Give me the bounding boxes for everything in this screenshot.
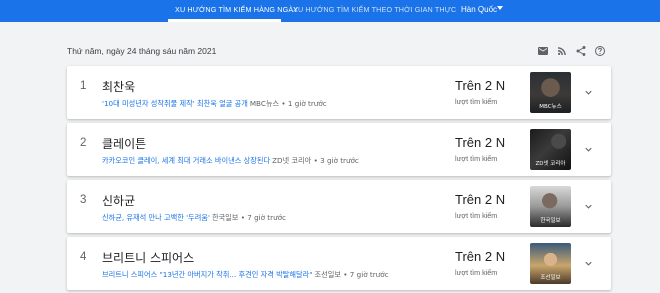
trend-article: 신하균, 유재석 만나 고백한 '두려움' 한국일보 • 7 giờ trước (102, 213, 286, 223)
article-link[interactable]: 브리트니 스피어스 "13년간 아버지가 착취... 후견인 자격 박탈해달라" (102, 270, 313, 279)
search-count: Trên 2 N (455, 249, 506, 264)
dropdown-caret-icon[interactable] (497, 6, 503, 10)
search-count-label: lượt tìm kiếm (455, 97, 498, 106)
search-count-label: lượt tìm kiếm (455, 268, 498, 277)
trend-card[interactable]: 2 클레이튼 카카오코인 클레이, 세계 최대 거래소 바이낸스 상장된다 ZD… (67, 123, 611, 176)
expand-chevron-icon[interactable] (583, 144, 594, 155)
share-icon[interactable] (575, 45, 587, 57)
trend-rank: 1 (80, 80, 87, 92)
trend-article: 카카오코인 클레이, 세계 최대 거래소 바이낸스 상장된다 ZD넷 코리아 •… (102, 156, 359, 166)
tab-realtime-trends[interactable]: XU HƯỚNG TÌM KIẾM THEO THỜI GIAN THỰC (293, 0, 456, 22)
trend-title[interactable]: 최찬욱 (102, 78, 135, 95)
trend-rank: 3 (80, 194, 87, 206)
help-icon[interactable] (594, 45, 606, 57)
article-link[interactable]: 신하균, 유재석 만나 고백한 '두려움' (102, 213, 210, 222)
expand-chevron-icon[interactable] (583, 258, 594, 269)
rss-icon[interactable] (556, 45, 568, 57)
trend-thumbnail[interactable]: ZD넷 코리아 (530, 129, 571, 170)
article-source-time: ZD넷 코리아 • 3 giờ trước (272, 156, 359, 165)
article-link[interactable]: 카카오코인 클레이, 세계 최대 거래소 바이낸스 상장된다 (102, 156, 270, 165)
article-link[interactable]: '10대 미성년자 성착취물 제작' 최찬욱 얼굴 공개 (102, 99, 248, 108)
trend-title[interactable]: 신하균 (102, 192, 135, 209)
trend-article: 브리트니 스피어스 "13년간 아버지가 착취... 후견인 자격 박탈해달라"… (102, 270, 389, 280)
article-source-time: MBC뉴스 • 1 giờ trước (249, 99, 327, 108)
trend-card[interactable]: 3 신하균 신하균, 유재석 만나 고백한 '두려움' 한국일보 • 7 giờ… (67, 180, 611, 233)
expand-chevron-icon[interactable] (583, 201, 594, 212)
article-source-time: 한국일보 • 7 giờ trước (211, 213, 286, 222)
search-count: Trên 2 N (455, 78, 506, 93)
thumbnail-source: 한국일보 (540, 218, 561, 224)
search-count: Trên 2 N (455, 135, 506, 150)
trend-thumbnail[interactable]: 조선일보 (530, 243, 571, 284)
expand-chevron-icon[interactable] (583, 87, 594, 98)
email-icon[interactable] (537, 45, 549, 57)
trend-card[interactable]: 4 브리트니 스피어스 브리트니 스피어스 "13년간 아버지가 착취... 후… (67, 237, 611, 290)
thumbnail-source: 조선일보 (540, 275, 561, 281)
thumbnail-source: MBC뉴스 (539, 104, 562, 110)
trend-rank: 4 (80, 251, 87, 263)
active-tab-indicator (168, 19, 281, 22)
country-selector[interactable]: Hàn Quốc (461, 0, 497, 22)
search-count-label: lượt tìm kiếm (455, 154, 498, 163)
trend-title[interactable]: 브리트니 스피어스 (102, 249, 194, 266)
trend-article: '10대 미성년자 성착취물 제작' 최찬욱 얼굴 공개 MBC뉴스 • 1 g… (102, 99, 327, 109)
trend-thumbnail[interactable]: 한국일보 (530, 186, 571, 227)
date-heading: Thứ năm, ngày 24 tháng sáu năm 2021 (67, 46, 217, 56)
trend-card[interactable]: 1 최찬욱 '10대 미성년자 성착취물 제작' 최찬욱 얼굴 공개 MBC뉴스… (67, 66, 611, 119)
article-source-time: 조선일보 • 7 giờ trước (314, 270, 389, 279)
trend-title[interactable]: 클레이튼 (102, 135, 146, 152)
search-count: Trên 2 N (455, 192, 506, 207)
trend-thumbnail[interactable]: MBC뉴스 (530, 72, 571, 113)
search-count-label: lượt tìm kiếm (455, 211, 498, 220)
top-nav-bar: XU HƯỚNG TÌM KIẾM HÀNG NGÀY XU HƯỚNG TÌM… (0, 0, 660, 22)
trend-rank: 2 (80, 137, 87, 149)
thumbnail-source: ZD넷 코리아 (535, 161, 566, 167)
